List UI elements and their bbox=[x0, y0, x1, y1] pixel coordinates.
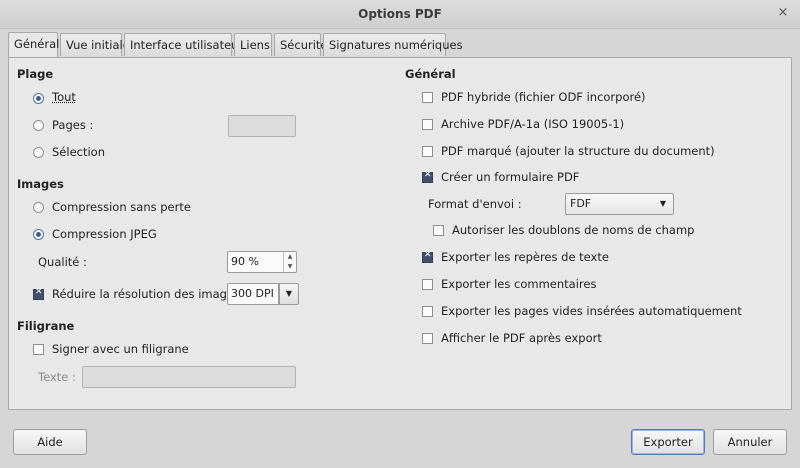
watermark-text-label: Texte : bbox=[38, 370, 76, 384]
quality-label: Qualité : bbox=[38, 255, 87, 269]
range-pages-label[interactable]: Pages : bbox=[52, 116, 93, 134]
export-empty-pages-label[interactable]: Exporter les pages vides insérées automa… bbox=[441, 302, 742, 320]
tab-initial-view[interactable]: Vue initiale bbox=[60, 33, 130, 56]
cancel-button[interactable]: Annuler bbox=[713, 429, 787, 455]
watermark-heading: Filigrane bbox=[17, 319, 75, 333]
tagged-pdf-checkbox[interactable] bbox=[422, 146, 433, 157]
reduce-resolution-checkbox[interactable] bbox=[33, 287, 44, 300]
allow-duplicates-label[interactable]: Autoriser les doublons de noms de champ bbox=[452, 221, 694, 239]
spin-arrows-icon[interactable]: ▲ ▼ bbox=[283, 252, 296, 272]
resolution-combo-input[interactable]: 300 DPI bbox=[227, 283, 279, 305]
jpeg-label[interactable]: Compression JPEG bbox=[52, 225, 157, 243]
view-after-export-label[interactable]: Afficher le PDF après export bbox=[441, 329, 602, 347]
pages-input[interactable] bbox=[228, 115, 296, 137]
archive-pdfa-label[interactable]: Archive PDF/A-1a (ISO 19005-1) bbox=[441, 115, 624, 133]
export-comments-checkbox[interactable] bbox=[422, 279, 433, 290]
range-selection-radio[interactable] bbox=[33, 147, 44, 158]
submit-format-value: FDF bbox=[570, 197, 592, 210]
hybrid-pdf-checkbox[interactable] bbox=[422, 92, 433, 103]
tab-user-interface[interactable]: Interface utilisateur bbox=[124, 33, 243, 56]
chevron-down-icon: ▼ bbox=[659, 199, 666, 208]
reduce-resolution-label[interactable]: Réduire la résolution des images bbox=[52, 285, 240, 303]
export-empty-pages-checkbox[interactable] bbox=[422, 306, 433, 317]
range-all-label[interactable]: Tout bbox=[52, 88, 76, 106]
images-heading: Images bbox=[17, 177, 64, 191]
watermark-label[interactable]: Signer avec un filigrane bbox=[52, 340, 189, 358]
submit-format-label: Format d'envoi : bbox=[428, 197, 522, 211]
create-form-checkbox[interactable] bbox=[422, 170, 433, 183]
hybrid-pdf-label[interactable]: PDF hybride (fichier ODF incorporé) bbox=[441, 88, 646, 106]
export-bookmarks-label[interactable]: Exporter les repères de texte bbox=[441, 248, 609, 266]
quality-spinbox[interactable]: 90 % ▲ ▼ bbox=[227, 251, 297, 273]
allow-duplicates-checkbox[interactable] bbox=[433, 225, 444, 236]
lossless-label[interactable]: Compression sans perte bbox=[52, 198, 191, 216]
range-pages-radio[interactable] bbox=[33, 120, 44, 131]
watermark-checkbox[interactable] bbox=[33, 344, 44, 355]
tab-security[interactable]: Sécurité bbox=[274, 33, 328, 56]
create-form-label[interactable]: Créer un formulaire PDF bbox=[441, 168, 579, 186]
tab-general[interactable]: Général bbox=[8, 32, 59, 57]
archive-pdfa-checkbox[interactable] bbox=[422, 119, 433, 130]
lossless-radio[interactable] bbox=[33, 202, 44, 213]
watermark-text-input[interactable] bbox=[82, 366, 296, 388]
tab-links[interactable]: Liens bbox=[234, 33, 272, 56]
window-title: Options PDF bbox=[358, 7, 442, 21]
submit-format-select[interactable]: FDF ▼ bbox=[565, 193, 674, 215]
export-bookmarks-checkbox[interactable] bbox=[422, 250, 433, 263]
tagged-pdf-label[interactable]: PDF marqué (ajouter la structure du docu… bbox=[441, 142, 715, 160]
range-all-radio[interactable] bbox=[33, 93, 44, 104]
range-heading: Plage bbox=[17, 67, 54, 81]
export-button[interactable]: Exporter bbox=[631, 429, 705, 455]
view-after-export-checkbox[interactable] bbox=[422, 333, 433, 344]
general-heading: Général bbox=[405, 67, 456, 81]
resolution-dropdown-icon[interactable]: ▼ bbox=[279, 283, 299, 305]
jpeg-radio[interactable] bbox=[33, 229, 44, 240]
close-icon[interactable]: × bbox=[776, 6, 790, 20]
range-selection-label[interactable]: Sélection bbox=[52, 143, 105, 161]
help-button[interactable]: Aide bbox=[13, 429, 87, 455]
export-comments-label[interactable]: Exporter les commentaires bbox=[441, 275, 596, 293]
tab-digital-signatures[interactable]: Signatures numériques bbox=[323, 33, 463, 56]
quality-value: 90 % bbox=[231, 255, 259, 268]
